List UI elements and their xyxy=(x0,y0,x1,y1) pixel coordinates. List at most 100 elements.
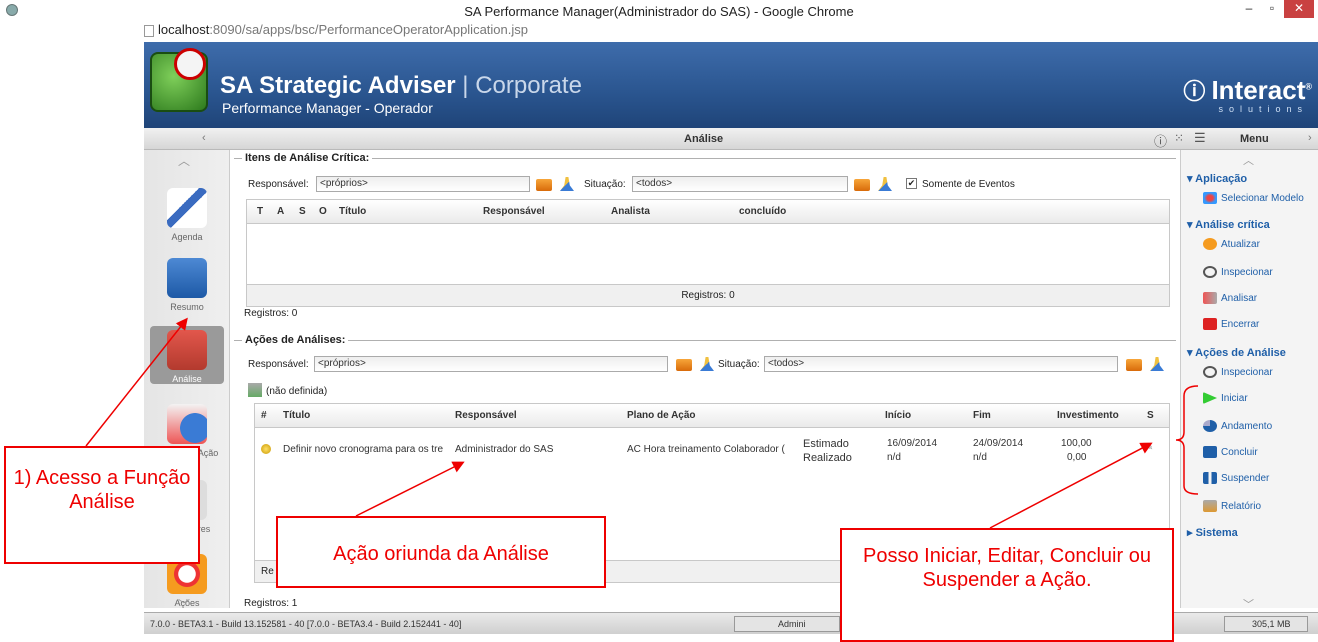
address-bar[interactable]: localhost:8090/sa/apps/bsc/PerformanceOp… xyxy=(144,22,1318,42)
edit-pencil-icon[interactable]: ✎ xyxy=(1145,442,1153,453)
report-icon xyxy=(1203,500,1217,512)
content-header: ‹ Análise ⓘ ⁙ ☰ Menu › xyxy=(144,128,1318,150)
lock-icon xyxy=(1203,318,1217,330)
menu-atualizar[interactable]: Atualizar xyxy=(1203,238,1260,250)
col-titulo[interactable]: Título xyxy=(283,410,310,421)
menu-encerrar[interactable]: Encerrar xyxy=(1203,318,1259,330)
col-investimento[interactable]: Investimento xyxy=(1057,410,1119,421)
callout-acao-oriunda: Ação oriunda da Análise xyxy=(276,516,606,588)
col-analista[interactable]: Analista xyxy=(611,206,650,217)
page-title: Análise xyxy=(684,133,724,145)
clear-broom-icon[interactable] xyxy=(560,177,574,191)
resumo-contact-icon xyxy=(167,258,207,298)
memory-indicator: 305,1 MB xyxy=(1252,619,1291,629)
collapse-right-icon[interactable]: › xyxy=(1308,132,1312,144)
critical-grid-footer: Registros: 0 xyxy=(247,284,1169,306)
menu-iniciar[interactable]: Iniciar xyxy=(1203,392,1248,404)
only-events-checkbox[interactable]: ✔ xyxy=(906,178,917,189)
page-icon xyxy=(144,25,154,37)
menu-relatorio[interactable]: Relatório xyxy=(1203,500,1261,512)
menu-section-aplicacao[interactable]: ▾ Aplicação xyxy=(1187,172,1247,185)
col-t[interactable]: T xyxy=(257,206,263,217)
critical-grid: T A S O Título Responsável Analista conc… xyxy=(246,199,1170,307)
menu-suspender[interactable]: Suspender xyxy=(1203,472,1269,484)
folder-open-icon[interactable] xyxy=(854,179,870,191)
analyze-icon xyxy=(1203,292,1217,304)
menu-inspecionar[interactable]: Inspecionar xyxy=(1203,266,1273,278)
callout-acesso-analise: 1) Acesso a Função Análise xyxy=(4,446,200,564)
actions-sit-field[interactable]: <todos> xyxy=(764,356,1118,372)
app-banner: SA Strategic Adviser | Corporate Perform… xyxy=(144,42,1318,128)
menu-inspecionar[interactable]: Inspecionar xyxy=(1203,366,1273,378)
collapse-left-icon[interactable]: ‹ xyxy=(202,132,206,144)
col-titulo[interactable]: Título xyxy=(339,206,366,217)
col-o[interactable]: O xyxy=(319,206,327,217)
restore-button[interactable]: ▫ xyxy=(1262,0,1282,18)
interact-logo-sub: solutions xyxy=(1218,104,1308,114)
critical-legend: Itens de Análise Crítica: xyxy=(242,152,373,164)
col-concluido[interactable]: concluído xyxy=(739,206,786,217)
actions-registros: Registros: 1 xyxy=(244,598,298,609)
col-responsavel[interactable]: Responsável xyxy=(455,410,517,421)
nav-item-analise[interactable]: Análise xyxy=(150,326,224,384)
brand-title: SA Strategic Adviser | Corporate xyxy=(220,72,582,99)
folder-open-icon[interactable] xyxy=(676,359,692,371)
menu-concluir[interactable]: Concluir xyxy=(1203,446,1258,458)
brand-subtitle: Performance Manager - Operador xyxy=(222,100,433,116)
nav-item-agenda[interactable]: Agenda xyxy=(144,188,230,242)
menu-selecionar-modelo[interactable]: Selecionar Modelo xyxy=(1203,192,1304,204)
critical-resp-label: Responsável: xyxy=(248,179,309,190)
critical-sit-label: Situação: xyxy=(584,179,626,190)
folder-open-icon[interactable] xyxy=(536,179,552,191)
col-a[interactable]: A xyxy=(277,206,284,217)
list-icon[interactable]: ☰ xyxy=(1194,130,1206,146)
menu-section-analise-critica[interactable]: ▾ Análise crítica xyxy=(1187,218,1270,231)
col-plano[interactable]: Plano de Ação xyxy=(627,410,696,421)
col-num[interactable]: # xyxy=(261,410,267,421)
actions-grid-header: # Título Responsável Plano de Ação Iníci… xyxy=(255,404,1169,428)
interact-logo: ⓘ Interact® xyxy=(1183,75,1312,105)
group-icon xyxy=(248,383,262,397)
actions-resp-field[interactable]: <próprios> xyxy=(314,356,668,372)
nav-scroll-up-icon[interactable]: ︿ xyxy=(178,152,190,169)
minimize-button[interactable]: – xyxy=(1236,0,1262,18)
folder-open-icon[interactable] xyxy=(1126,359,1142,371)
col-s[interactable]: S xyxy=(1147,410,1154,421)
clear-broom-icon[interactable] xyxy=(878,177,892,191)
user-indicator: Admini xyxy=(778,619,806,629)
menu-andamento[interactable]: Andamento xyxy=(1203,420,1272,432)
col-inicio[interactable]: Início xyxy=(885,410,911,421)
col-s[interactable]: S xyxy=(299,206,306,217)
clear-broom-icon[interactable] xyxy=(1150,357,1164,371)
grid-icon[interactable]: ⁙ xyxy=(1174,131,1184,145)
phone-clock-logo-icon xyxy=(150,48,208,112)
menu-analisar[interactable]: Analisar xyxy=(1203,292,1257,304)
nav-item-resumo[interactable]: Resumo xyxy=(144,258,230,312)
critical-grid-header: T A S O Título Responsável Analista conc… xyxy=(247,200,1169,224)
critical-sit-field[interactable]: <todos> xyxy=(632,176,848,192)
critical-registros: Registros: 0 xyxy=(244,308,298,319)
col-responsavel[interactable]: Responsável xyxy=(483,206,545,217)
play-icon xyxy=(1203,392,1217,404)
col-fim[interactable]: Fim xyxy=(973,410,991,421)
status-icon xyxy=(261,444,271,454)
menu-scroll-down-icon[interactable]: ﹀ xyxy=(1243,596,1254,612)
glasses-icon xyxy=(1203,366,1217,378)
clear-broom-icon[interactable] xyxy=(700,357,714,371)
menu-title: Menu xyxy=(1240,133,1269,145)
browser-titlebar: SA Performance Manager(Administrador do … xyxy=(0,0,1318,22)
menu-section-sistema[interactable]: ▸ Sistema xyxy=(1187,526,1238,539)
nav-scroll-down-icon[interactable]: ﹀ xyxy=(178,596,190,613)
close-button[interactable]: ✕ xyxy=(1284,0,1314,18)
info-icon[interactable]: ⓘ xyxy=(1154,131,1167,150)
pause-icon xyxy=(1203,472,1217,484)
planos-calendar-icon xyxy=(167,404,207,444)
menu-section-acoes-analise[interactable]: ▾ Ações de Análise xyxy=(1187,346,1286,359)
menu-scroll-up-icon[interactable]: ︿ xyxy=(1243,152,1254,168)
build-info: 7.0.0 - BETA3.1 - Build 13.152581 - 40 [… xyxy=(150,619,462,629)
group-label: (não definida) xyxy=(266,386,328,397)
critical-resp-field[interactable]: <próprios> xyxy=(316,176,530,192)
agenda-book-icon xyxy=(167,188,207,228)
actions-legend: Ações de Análises: xyxy=(242,334,349,346)
table-row[interactable]: Definir novo cronograma para os tre Admi… xyxy=(255,430,1169,470)
